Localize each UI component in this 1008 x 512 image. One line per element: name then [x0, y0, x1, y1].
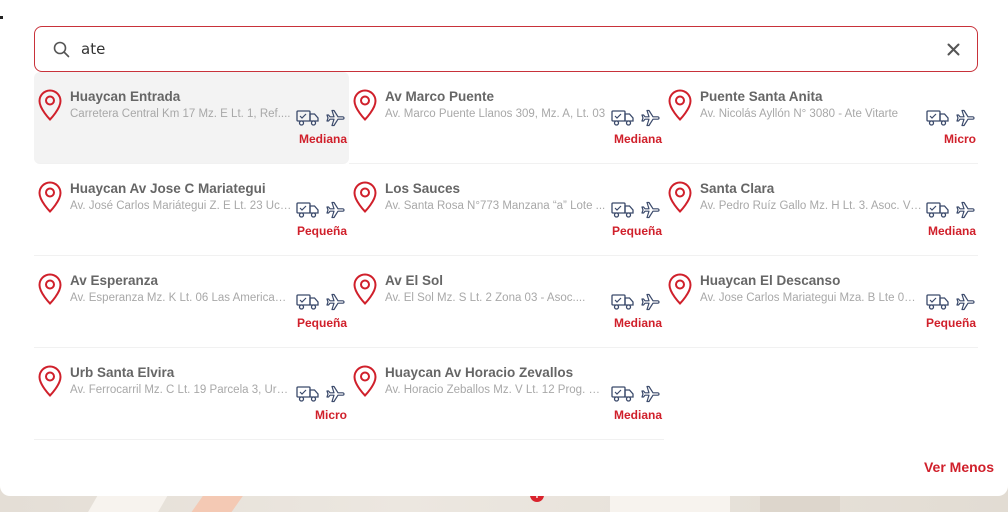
service-icons — [611, 293, 661, 311]
location-pin-icon — [668, 273, 692, 305]
delivery-truck-icon — [296, 202, 319, 218]
delivery-truck-icon — [926, 110, 949, 126]
service-icons — [611, 385, 661, 403]
store-size-badge: Mediana — [613, 316, 662, 330]
store-name: Los Sauces — [385, 181, 461, 196]
store-address: Av. Pedro Ruíz Gallo Mz. H Lt. 3. Asoc. … — [700, 200, 922, 212]
store-name: Puente Santa Anita — [700, 89, 823, 104]
store-size-badge: Micro — [314, 408, 347, 422]
results-grid: Huaycan Entrada Carretera Central Km 17 … — [34, 72, 978, 440]
airplane-icon — [641, 293, 660, 311]
airplane-icon — [641, 109, 660, 127]
store-address: Av. Santa Rosa N°773 Manzana “a” Lote ..… — [385, 200, 606, 212]
edge-mark — [0, 16, 3, 19]
location-pin-icon — [38, 365, 62, 397]
search-icon — [51, 39, 71, 59]
store-name: Av El Sol — [385, 273, 444, 288]
store-address: Av. Ferrocarril Mz. C Lt. 19 Parcela 3, … — [70, 384, 292, 396]
airplane-icon — [956, 109, 975, 127]
search-bar — [34, 26, 978, 72]
store-size-badge: Mediana — [613, 132, 662, 146]
store-address: Av. Horacio Zeballos Mz. V Lt. 12 Prog. … — [385, 384, 607, 396]
delivery-truck-icon — [611, 294, 634, 310]
store-address: Av. José Carlos Mariátegui Z. E Lt. 23 U… — [70, 200, 292, 212]
delivery-truck-icon — [611, 386, 634, 402]
store-address: Av. Esperanza Mz. K Lt. 06 Las Americas … — [70, 292, 292, 304]
service-icons — [296, 293, 346, 311]
search-results-panel: Huaycan Entrada Carretera Central Km 17 … — [0, 0, 1008, 496]
delivery-truck-icon — [296, 386, 319, 402]
store-name: Huaycan Entrada — [70, 89, 181, 104]
store-name: Urb Santa Elvira — [70, 365, 175, 380]
airplane-icon — [641, 385, 660, 403]
location-pin-icon — [353, 181, 377, 213]
store-size-badge: Mediana — [927, 224, 976, 238]
delivery-truck-icon — [611, 110, 634, 126]
store-result-card[interactable]: Av El Sol Av. El Sol Mz. S Lt. 2 Zona 03… — [349, 256, 664, 348]
store-size-badge: Pequeña — [296, 316, 347, 330]
store-size-badge: Mediana — [298, 132, 347, 146]
store-result-card[interactable]: Urb Santa Elvira Av. Ferrocarril Mz. C L… — [34, 348, 349, 440]
store-size-badge: Micro — [943, 132, 976, 146]
store-address: Carretera Central Km 17 Mz. E Lt. 1, Ref… — [70, 108, 291, 120]
store-address: Av. Nicolás Ayllón N° 3080 - Ate Vitarte — [700, 108, 899, 120]
store-result-card[interactable]: Huaycan Av Horacio Zevallos Av. Horacio … — [349, 348, 664, 440]
store-result-card[interactable]: Puente Santa Anita Av. Nicolás Ayllón N°… — [664, 72, 978, 164]
store-name: Huaycan Av Horacio Zevallos — [385, 365, 574, 380]
location-pin-icon — [38, 89, 62, 121]
location-pin-icon — [353, 89, 377, 121]
airplane-icon — [641, 201, 660, 219]
location-pin-icon — [668, 89, 692, 121]
store-result-card[interactable]: Huaycan Entrada Carretera Central Km 17 … — [34, 72, 349, 164]
location-pin-icon — [353, 365, 377, 397]
store-size-badge: Pequeña — [611, 224, 662, 238]
store-size-badge: Pequeña — [925, 316, 976, 330]
store-name: Av Marco Puente — [385, 89, 495, 104]
service-icons — [296, 385, 346, 403]
service-icons — [296, 109, 346, 127]
location-pin-icon — [668, 181, 692, 213]
store-result-card[interactable]: Huaycan Av Jose C Mariategui Av. José Ca… — [34, 164, 349, 256]
clear-search-button[interactable] — [943, 39, 963, 59]
store-address: Av. Marco Puente Llanos 309, Mz. A, Lt. … — [385, 108, 606, 120]
delivery-truck-icon — [926, 202, 949, 218]
search-input[interactable] — [71, 27, 943, 71]
delivery-truck-icon — [611, 202, 634, 218]
store-name: Huaycan Av Jose C Mariategui — [70, 181, 266, 196]
location-pin-icon — [38, 181, 62, 213]
store-result-card[interactable]: Av Marco Puente Av. Marco Puente Llanos … — [349, 72, 664, 164]
store-result-card[interactable]: Av Esperanza Av. Esperanza Mz. K Lt. 06 … — [34, 256, 349, 348]
delivery-truck-icon — [926, 294, 949, 310]
delivery-truck-icon — [296, 110, 319, 126]
location-pin-icon — [38, 273, 62, 305]
store-size-badge: Pequeña — [296, 224, 347, 238]
service-icons — [296, 201, 346, 219]
store-result-card[interactable]: Los Sauces Av. Santa Rosa N°773 Manzana … — [349, 164, 664, 256]
store-address: Av. El Sol Mz. S Lt. 2 Zona 03 - Asoc...… — [385, 292, 586, 304]
airplane-icon — [326, 385, 345, 403]
airplane-icon — [956, 293, 975, 311]
close-icon — [947, 43, 959, 55]
delivery-truck-icon — [296, 294, 319, 310]
ver-menos-button[interactable]: Ver Menos — [924, 459, 994, 475]
service-icons — [926, 201, 976, 219]
service-icons — [926, 293, 976, 311]
location-pin-icon — [353, 273, 377, 305]
store-result-card[interactable]: Huaycan El Descanso Av. Jose Carlos Mari… — [664, 256, 978, 348]
service-icons — [926, 109, 976, 127]
store-address: Av. Jose Carlos Mariategui Mza. B Lte 06… — [700, 292, 922, 304]
airplane-icon — [326, 109, 345, 127]
airplane-icon — [326, 201, 345, 219]
service-icons — [611, 109, 661, 127]
store-name: Santa Clara — [700, 181, 775, 196]
store-size-badge: Mediana — [613, 408, 662, 422]
store-name: Huaycan El Descanso — [700, 273, 841, 288]
store-result-card[interactable]: Santa Clara Av. Pedro Ruíz Gallo Mz. H L… — [664, 164, 978, 256]
airplane-icon — [956, 201, 975, 219]
service-icons — [611, 201, 661, 219]
airplane-icon — [326, 293, 345, 311]
store-name: Av Esperanza — [70, 273, 159, 288]
